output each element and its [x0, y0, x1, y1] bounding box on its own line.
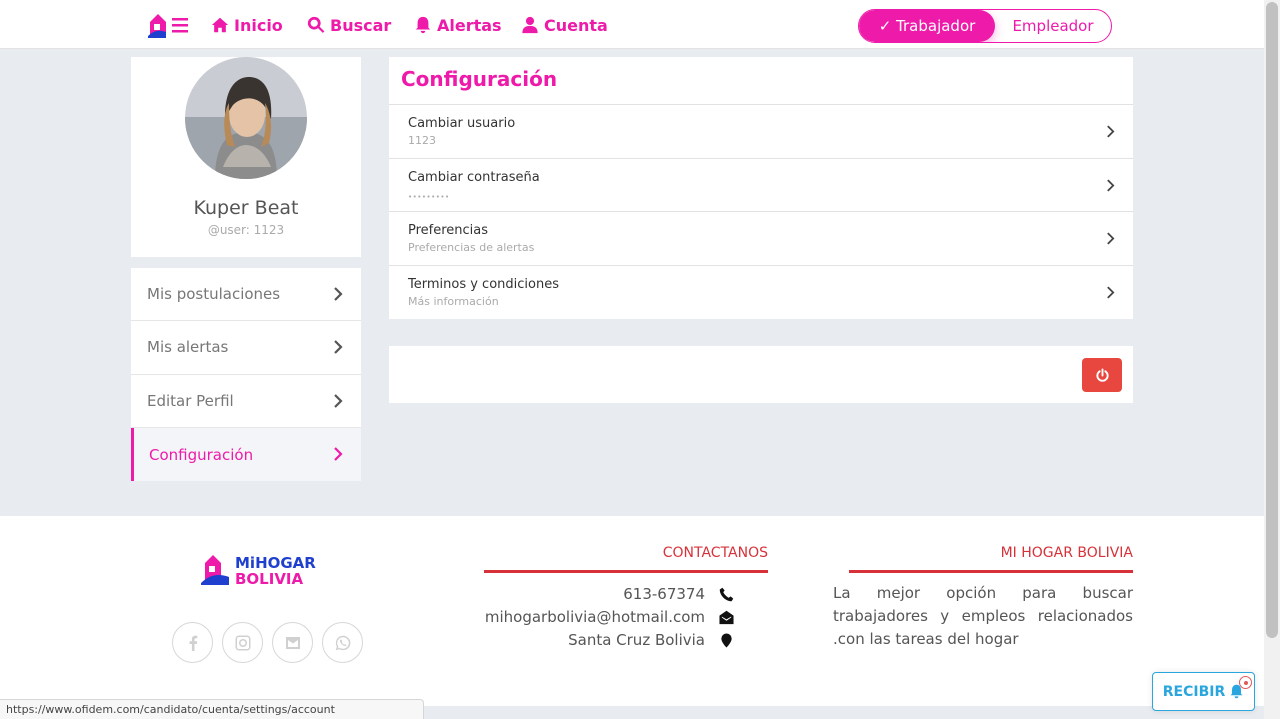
map-marker-icon — [721, 632, 732, 648]
setting-cambiar-contrasena[interactable]: Cambiar contraseña ••••••••• — [389, 159, 1133, 212]
chevron-right-icon — [334, 393, 343, 408]
about-heading: MI HOGAR BOLIVIA — [1000, 545, 1133, 561]
setting-title: Cambiar usuario — [408, 116, 516, 131]
chevron-right-icon — [1107, 125, 1115, 138]
phone-text: 613-67374 — [623, 585, 705, 603]
chevron-right-icon — [334, 287, 343, 301]
top-navbar: Inicio Buscar Alertas Cuenta ✓ Trabajado… — [0, 0, 1264, 49]
nav-cuenta[interactable]: Cuenta — [521, 13, 608, 37]
mode-empleador-button[interactable]: Empleador — [995, 10, 1111, 42]
mode-trabajador-button[interactable]: ✓ Trabajador — [859, 10, 995, 42]
side-item-mis-postulaciones[interactable]: Mis postulaciones — [131, 268, 361, 322]
logout-button[interactable] — [1082, 358, 1122, 392]
footer-logo: MiHOGAR BOLIVIA — [201, 554, 316, 588]
contact-divider — [484, 570, 768, 573]
nav-buscar[interactable]: Buscar — [307, 13, 391, 37]
setting-title: Terminos y condiciones — [408, 276, 559, 292]
settings-list: Cambiar usuario 1123 Cambiar contraseña … — [389, 104, 1133, 319]
brand-menu-icon[interactable] — [146, 10, 190, 40]
user-icon — [522, 16, 538, 34]
nav-inicio[interactable]: Inicio — [211, 13, 283, 37]
footer: MiHOGAR BOLIVIA CONTACTANOS 613-67374 mi… — [0, 516, 1264, 706]
recibir-label: RECIBIR — [1162, 683, 1226, 700]
setting-terminos[interactable]: Terminos y condiciones Más información — [389, 266, 1133, 320]
profile-handle: @user: 1123 — [207, 223, 285, 237]
whatsapp-link[interactable] — [322, 622, 363, 663]
home-icon — [211, 17, 229, 33]
side-item-label: Mis postulaciones — [147, 285, 281, 304]
recibir-button[interactable]: RECIBIR — [1152, 672, 1255, 711]
contact-heading: CONTACTANOS — [662, 545, 768, 561]
avatar — [185, 57, 307, 179]
setting-title: Cambiar contraseña — [408, 169, 540, 185]
chevron-right-icon — [334, 447, 343, 461]
contact-location: Santa Cruz Bolivia — [568, 631, 734, 649]
whatsapp-icon — [335, 635, 350, 650]
mode-toggle: ✓ Trabajador Empleador — [858, 9, 1112, 43]
instagram-link[interactable] — [222, 622, 263, 663]
chevron-right-icon — [1107, 232, 1115, 245]
setting-subtitle: ••••••••• — [408, 192, 450, 201]
chevron-right-icon — [334, 340, 343, 355]
status-url-bar: https://www.ofidem.com/candidato/cuenta/… — [0, 699, 424, 719]
nav-cuenta-label: Cuenta — [544, 15, 608, 35]
setting-title: Preferencias — [408, 223, 489, 238]
envelope-open-icon — [719, 610, 734, 624]
scrollbar-thumb[interactable] — [1266, 2, 1278, 638]
nav-inicio-label: Inicio — [234, 15, 283, 35]
setting-preferencias[interactable]: Preferencias Preferencias de alertas — [389, 212, 1133, 266]
profile-name: Kuper Beat — [193, 197, 299, 219]
facebook-icon — [189, 635, 197, 651]
nav-alertas-label: Alertas — [437, 15, 502, 35]
setting-subtitle: Preferencias de alertas — [408, 241, 535, 254]
chevron-right-icon — [1107, 285, 1115, 299]
notification-dot — [1239, 676, 1252, 689]
social-links — [172, 622, 363, 663]
chevron-right-icon — [1107, 178, 1115, 192]
about-divider — [849, 570, 1133, 573]
facebook-link[interactable] — [172, 622, 213, 663]
side-item-label: Mis alertas — [147, 338, 229, 357]
settings-card: Configuración Cambiar usuario 1123 Cambi… — [389, 57, 1133, 319]
profile-card: Kuper Beat @user: 1123 — [131, 57, 361, 257]
side-item-mis-alertas[interactable]: Mis alertas — [131, 321, 361, 375]
logo-line2: BOLIVIA — [235, 570, 304, 588]
location-text: Santa Cruz Bolivia — [568, 631, 705, 649]
nav-buscar-label: Buscar — [330, 15, 392, 35]
page-title: Configuración — [401, 67, 558, 91]
side-item-configuracion[interactable]: Configuración — [131, 427, 361, 482]
side-item-label: Editar Perfil — [147, 391, 234, 410]
contact-email[interactable]: mihogarbolivia@hotmail.com — [485, 608, 734, 626]
email-text: mihogarbolivia@hotmail.com — [484, 608, 705, 626]
email-link[interactable] — [272, 622, 313, 663]
about-text: La mejor opción para buscar trabajadores… — [833, 584, 1133, 648]
side-menu: Mis postulaciones Mis alertas Editar Per… — [131, 268, 361, 482]
phone-icon — [719, 587, 734, 601]
search-icon — [307, 16, 325, 33]
setting-cambiar-usuario[interactable]: Cambiar usuario 1123 — [389, 105, 1133, 159]
side-item-label: Configuración — [149, 445, 254, 464]
power-icon — [1095, 367, 1109, 382]
setting-subtitle: Más información — [408, 294, 499, 308]
setting-subtitle: 1123 — [408, 134, 436, 147]
contact-phone[interactable]: 613-67374 — [623, 585, 734, 603]
mail-icon — [285, 636, 300, 649]
bell-icon — [415, 16, 431, 34]
side-item-editar-perfil[interactable]: Editar Perfil — [131, 375, 361, 428]
instagram-icon — [235, 635, 250, 650]
logout-card — [389, 346, 1133, 403]
nav-alertas[interactable]: Alertas — [414, 13, 502, 37]
